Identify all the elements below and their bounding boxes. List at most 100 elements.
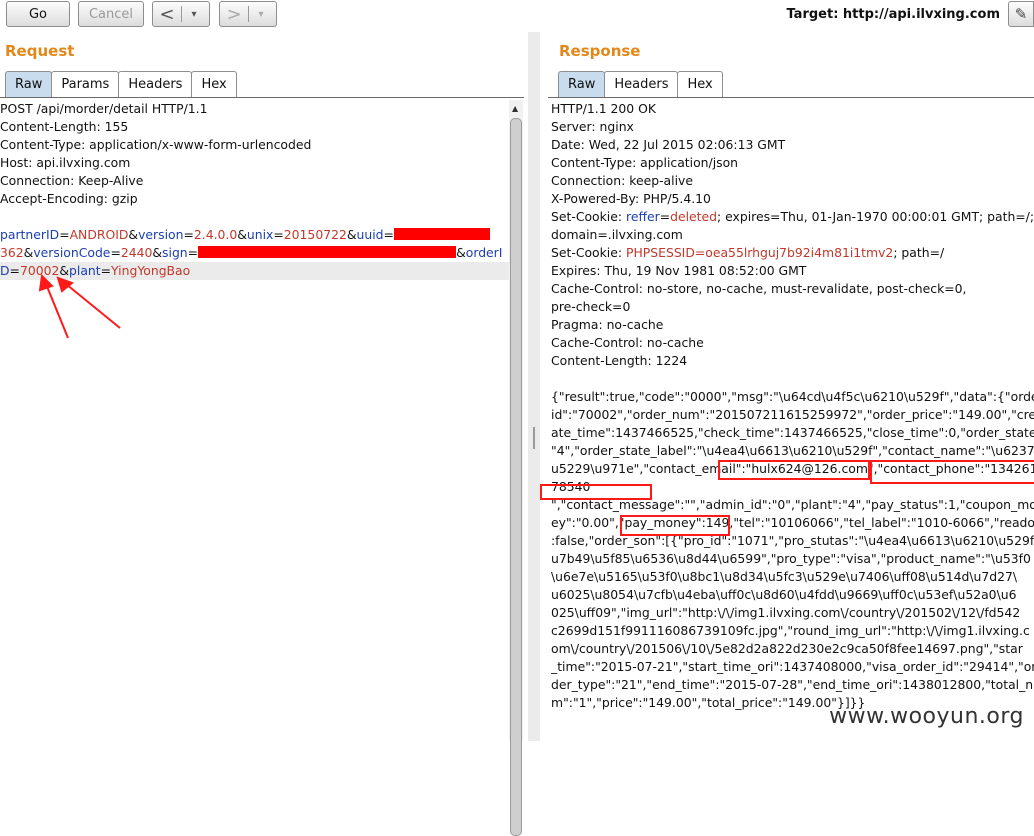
header-line: Cache-Control: no-store, no-cache, must-… <box>551 281 967 296</box>
cookie-label: Set-Cookie: <box>551 245 626 260</box>
header-line: pre-check=0 <box>551 299 631 314</box>
response-title: Response <box>559 42 641 60</box>
response-tabs: Raw Headers Hex <box>558 71 723 97</box>
forward-button[interactable]: > ▾ <box>219 1 277 27</box>
eq: = <box>383 227 394 242</box>
cookie-attrs: ; expires=Thu, 01-Jan-1970 00:00:01 GMT;… <box>717 209 1034 224</box>
header-line: Accept-Encoding: gzip <box>0 191 138 206</box>
arrow-icon <box>56 276 121 329</box>
pencil-icon: ✎ <box>1014 5 1028 23</box>
pane-divider[interactable] <box>528 32 540 741</box>
param-name: partnerID <box>0 227 60 242</box>
request-tabs: Raw Params Headers Hex <box>5 71 237 97</box>
scroll-thumb[interactable] <box>510 118 522 836</box>
param-name: sign <box>162 245 188 260</box>
request-scrollbar[interactable]: ▲ <box>509 100 523 836</box>
param-value: 362 <box>0 245 24 260</box>
header-line: Content-Length: 1224 <box>551 353 688 368</box>
cookie-value: deleted <box>670 209 717 224</box>
tab-params[interactable]: Params <box>51 71 120 97</box>
tab-raw[interactable]: Raw <box>5 71 53 97</box>
forward-arrow-icon: > <box>226 3 242 25</box>
json-line: id":"70002","order_num":"201507211615259… <box>551 407 1034 422</box>
param-name: versionCode <box>33 245 111 260</box>
eq: = <box>110 245 121 260</box>
eq: = <box>59 227 70 242</box>
chevron-down-icon[interactable]: ▾ <box>182 9 206 20</box>
go-button[interactable]: Go <box>6 1 70 27</box>
json-line: c2699d151f991116086739109fc.jpg","round_… <box>551 623 1030 638</box>
header-line: Host: api.ilvxing.com <box>0 155 131 170</box>
edit-target-button[interactable]: ✎ <box>1008 1 1034 27</box>
tab-underline <box>0 97 524 98</box>
tab-hex[interactable]: Hex <box>677 71 723 97</box>
tab-underline <box>548 97 1034 98</box>
tab-raw[interactable]: Raw <box>558 71 606 97</box>
tab-headers[interactable]: Headers <box>118 71 193 97</box>
cookie-attrs: ; path=/ <box>893 245 945 260</box>
param-value: 2.4.0.0 <box>193 227 238 242</box>
header-line: Content-Type: application/x-www-form-url… <box>0 137 312 152</box>
divider-grip[interactable] <box>533 427 535 449</box>
annotation-arrows <box>38 273 121 339</box>
request-title: Request <box>5 42 75 60</box>
json-line: "4","order_state_label":"\u4ea4\u6613\u6… <box>551 443 1034 458</box>
param-name: uuid <box>356 227 384 242</box>
request-line: POST /api/morder/detail HTTP/1.1 <box>0 101 208 116</box>
json-line: _time":"2015-07-21","start_time_ori":143… <box>551 659 1034 674</box>
pay-money-highlight-box <box>620 515 730 536</box>
amp: & <box>128 227 139 242</box>
back-arrow-icon: < <box>159 3 175 25</box>
header-line: Content-Type: application/json <box>551 155 739 170</box>
target-label: Target: http://api.ilvxing.com <box>786 7 1000 22</box>
email-highlight-box <box>718 460 870 480</box>
header-line: Set-Cookie: reffer=deleted; expires=Thu,… <box>551 209 1034 224</box>
eq: = <box>187 245 199 260</box>
body-line: partnerID=ANDROID&version=2.4.0.0&unix=2… <box>0 227 490 242</box>
redaction-mark <box>393 228 490 240</box>
header-line: Server: nginx <box>551 119 634 134</box>
json-line: m":"1","price":"149.00","total_price":"1… <box>551 695 866 710</box>
header-line: Pragma: no-cache <box>551 317 664 332</box>
eq: = <box>183 227 194 242</box>
scroll-up-icon[interactable]: ▲ <box>512 104 518 113</box>
phone-highlight-box <box>870 460 1034 484</box>
param-name: unix <box>246 227 274 242</box>
status-line: HTTP/1.1 200 OK <box>551 101 656 116</box>
eq: = <box>659 209 671 224</box>
response-editor[interactable]: HTTP/1.1 200 OK Server: nginx Date: Wed,… <box>551 100 1034 741</box>
json-line: 025\uff09","img_url":"http:\/\/img1.ilvx… <box>551 605 1021 620</box>
header-line: domain=.ilvxing.com <box>551 227 683 242</box>
param-name: orderI <box>465 245 503 260</box>
header-line: X-Powered-By: PHP/5.4.10 <box>551 191 711 206</box>
amp: & <box>237 227 247 242</box>
amp: & <box>346 227 357 242</box>
json-line: {"result":true,"code":"0000","msg":"\u64… <box>551 389 1034 404</box>
json-line: \u6e7e\u5165\u53f0\u8bc1\u8d34\u5fc3\u52… <box>551 569 1018 584</box>
redaction-mark <box>198 246 457 258</box>
param-value: ANDROID <box>69 227 129 242</box>
json-line: u6025\u8054\u7cfb\u4eba\uff0c\u8d60\u4fd… <box>551 587 1017 602</box>
cancel-button[interactable]: Cancel <box>78 1 144 27</box>
header-line: Connection: keep-alive <box>551 173 693 188</box>
back-button[interactable]: < ▾ <box>152 1 210 27</box>
amp: & <box>152 245 163 260</box>
json-line: ate_time":1437466525,"check_time":143746… <box>551 425 1034 440</box>
tab-headers[interactable]: Headers <box>604 71 679 97</box>
tab-hex[interactable]: Hex <box>191 71 237 97</box>
toolbar: Go Cancel < ▾ > ▾ Target: http://api.ilv… <box>0 0 1034 32</box>
request-editor[interactable]: POST /api/morder/detail HTTP/1.1 Content… <box>0 100 509 741</box>
cookie-label: Set-Cookie: <box>551 209 626 224</box>
param-value: 20150722 <box>283 227 347 242</box>
json-line: om\/country\/201506\/10\/5e82d2a822d230e… <box>551 641 1023 656</box>
cookie-value: PHPSESSID=oea55lrhguj7b92i4m81i1tmv2 <box>626 245 894 260</box>
cookie-name: reffer <box>626 209 660 224</box>
chevron-down-icon[interactable]: ▾ <box>249 9 273 20</box>
eq: = <box>273 227 284 242</box>
watermark: www.wooyun.org <box>829 704 1024 729</box>
header-line: Date: Wed, 22 Jul 2015 02:06:13 GMT <box>551 137 786 152</box>
header-line: Content-Length: 155 <box>0 119 129 134</box>
param-name: version <box>138 227 184 242</box>
amp: & <box>456 245 466 260</box>
header-line: Expires: Thu, 19 Nov 1981 08:52:00 GMT <box>551 263 807 278</box>
